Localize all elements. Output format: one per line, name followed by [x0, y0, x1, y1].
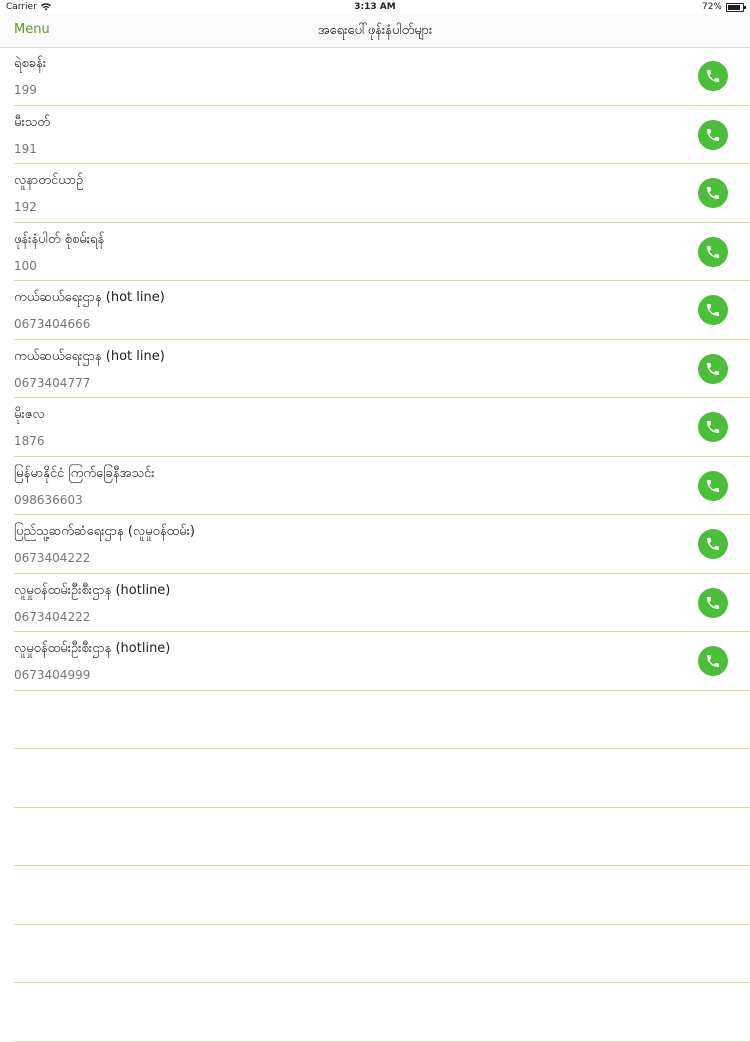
- phone-icon: [707, 362, 719, 375]
- contact-name: ကယ်ဆယ်ရေးဌာန (hot line): [14, 348, 165, 364]
- list-item[interactable]: လူနာတင်ယာဉ် 192: [14, 164, 750, 223]
- list-item[interactable]: လူမှုဝန်ထမ်းဦးစီးဌာန (hotline) 0673404222: [14, 574, 750, 632]
- list-item[interactable]: မြန်မာနိုင်ငံ ကြက်ခြေနီအသင်း 098636603: [14, 457, 750, 515]
- contact-name: မြန်မာနိုင်ငံ ကြက်ခြေနီအသင်း: [14, 465, 155, 481]
- list-item[interactable]: မီးသတ် 191: [14, 106, 750, 164]
- empty-row: [14, 866, 750, 925]
- page-title: အရေးပေါ်ဖုန်းနံပါတ်များ: [317, 23, 433, 38]
- contact-number: 0673404222: [14, 609, 91, 624]
- contact-name: မီးသတ်: [14, 114, 50, 130]
- contact-number: 0673404222: [14, 551, 91, 565]
- empty-row: [14, 808, 750, 866]
- phone-icon: [707, 304, 719, 316]
- contact-name: ဖုန်းနံပါတ် စုံစမ်းရန်: [14, 231, 105, 247]
- list-item[interactable]: ဖုန်းနံပါတ် စုံစမ်းရန် 100: [14, 223, 750, 281]
- call-button[interactable]: [698, 646, 728, 676]
- contact-name: ပြည်သူ့ဆက်ဆံရေးဌာန (လူမှုဝန်ထမ်း): [14, 524, 195, 539]
- list-item[interactable]: ကယ်ဆယ်ရေးဌာန (hot line) 0673404666: [14, 281, 750, 340]
- call-button[interactable]: [698, 529, 728, 559]
- contact-name: မိုးဇလ: [14, 407, 45, 422]
- list-item[interactable]: ကယ်ဆယ်ရေးဌာန (hot line) 0673404777: [14, 340, 750, 398]
- call-button[interactable]: [698, 61, 728, 91]
- contact-name: လူမှုဝန်ထမ်းဦးစီးဌာန (hotline): [14, 582, 171, 598]
- phone-icon: [707, 596, 719, 609]
- contact-name: လူနာတင်ယာဉ်: [14, 173, 84, 188]
- list-item[interactable]: မိုးဇလ 1876: [14, 398, 750, 457]
- call-button[interactable]: [698, 587, 728, 618]
- phone-icon: [707, 479, 719, 492]
- call-button[interactable]: [698, 119, 728, 150]
- empty-row: [14, 925, 750, 983]
- call-button[interactable]: [698, 353, 728, 384]
- call-button[interactable]: [698, 412, 728, 442]
- empty-row: [14, 749, 750, 808]
- call-button[interactable]: [698, 295, 728, 325]
- phone-icon: [707, 70, 719, 82]
- battery-indicator: 72%: [701, 2, 746, 12]
- call-button[interactable]: [698, 178, 728, 208]
- empty-row: [14, 983, 750, 1042]
- battery-percent: 72%: [701, 2, 722, 12]
- list-item[interactable]: ပြည်သူ့ဆက်ဆံရေးဌာန (လူမှုဝန်ထမ်း) 0673404…: [14, 515, 750, 574]
- battery-icon: [726, 2, 746, 12]
- status-time: 3:13 AM: [354, 2, 396, 12]
- contact-number: 191: [14, 141, 37, 156]
- call-button[interactable]: [698, 470, 728, 501]
- contact-name: လူမှုဝန်ထမ်းဦးစီးဌာန (hotline): [14, 641, 171, 656]
- phone-icon: [707, 128, 719, 141]
- contact-number: 0673404999: [14, 668, 91, 682]
- contact-number: 1876: [14, 434, 45, 448]
- phone-icon: [707, 245, 719, 258]
- contact-number: 0673404666: [14, 317, 91, 331]
- list-item[interactable]: ရဲစခန်း 199: [14, 47, 750, 106]
- navigation-bar: Menu အရေးပေါ်ဖုန်းနံပါတ်များ: [0, 14, 750, 48]
- contact-number: 0673404777: [14, 375, 91, 390]
- phone-icon: [707, 421, 719, 433]
- contact-name: ရဲစခန်း: [14, 56, 47, 71]
- phone-icon: [707, 655, 719, 667]
- contact-name: ကယ်ဆယ်ရေးဌာန (hot line): [14, 290, 165, 305]
- phone-icon: [707, 538, 719, 550]
- contact-number: 100: [14, 258, 37, 273]
- contact-number: 192: [14, 200, 37, 214]
- status-bar: Carrier 3:13 AM 72%: [0, 0, 750, 14]
- call-button[interactable]: [698, 236, 728, 267]
- phone-icon: [707, 187, 719, 199]
- contact-number: 199: [14, 83, 37, 97]
- list-item[interactable]: လူမှုဝန်ထမ်းဦးစီးဌာန (hotline) 0673404999: [14, 632, 750, 691]
- contact-list: ရဲစခန်း 199 မီးသတ် 191 လူနာတင်ယာဉ် 192 ဖုန်းနံ…: [0, 47, 750, 1042]
- contact-number: 098636603: [14, 492, 83, 507]
- empty-row: [14, 691, 750, 749]
